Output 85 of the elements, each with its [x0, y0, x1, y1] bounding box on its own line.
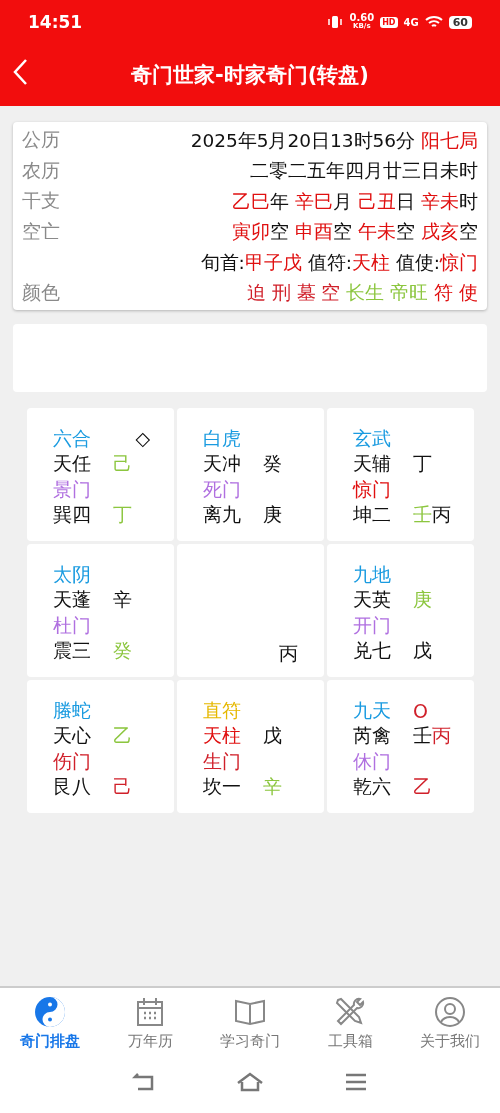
nav-tab[interactable]: 学习奇门: [200, 988, 300, 1060]
info-value: 寅卯空 申酉空 午未空 戌亥空: [232, 220, 478, 245]
person-icon: [434, 996, 466, 1028]
palace-text: 坎一: [203, 775, 241, 798]
palace-text: 震三: [53, 639, 91, 662]
network-speed: 0.60: [349, 13, 375, 22]
menu-icon[interactable]: [344, 1071, 368, 1092]
palace-text: 巽四: [53, 503, 91, 526]
palace-text: 离九: [203, 503, 241, 526]
palace-stem: 乙: [113, 723, 132, 749]
palace-text: 天任: [53, 452, 91, 475]
palace-text: 兑七: [353, 639, 391, 662]
palace-text: 九天: [353, 698, 391, 721]
palace-text: 玄武: [353, 426, 391, 449]
back-icon[interactable]: [12, 58, 28, 86]
palace-stem: 癸: [263, 451, 282, 477]
home-icon[interactable]: [236, 1071, 264, 1092]
palace-text: 六合: [53, 426, 91, 449]
palace-text: 休门: [353, 749, 391, 772]
palace-stem: 丁: [113, 502, 132, 528]
palace-stem: 丁: [413, 451, 432, 477]
yin-yang-icon: [34, 996, 66, 1028]
palace-text: 太阴: [53, 562, 91, 585]
info-value: 2025年5月20日13时56分 阳七局: [190, 128, 478, 153]
palace-text: 死门: [203, 477, 241, 500]
vibrate-icon: [327, 15, 344, 29]
diamond-marker: ◇: [135, 427, 150, 449]
palace-stem: 庚: [263, 502, 282, 528]
palace-stem: 戊: [413, 638, 432, 664]
palace-stem: 庚: [413, 587, 432, 613]
palace-stem: 癸: [113, 638, 132, 664]
palace-text: 坤二: [353, 503, 391, 526]
tools-icon: [334, 996, 366, 1028]
palace-text: 伤门: [53, 749, 91, 772]
back-icon[interactable]: [132, 1071, 156, 1092]
info-label: 农历: [22, 157, 60, 183]
palace-text: 天辅: [353, 452, 391, 475]
palace-stem: 辛: [113, 587, 132, 613]
palace-text: 天蓬: [53, 588, 91, 611]
palace-stem: 壬: [413, 723, 432, 749]
palace-text: 九地: [353, 562, 391, 585]
palace-text: 天冲: [203, 452, 241, 475]
network-type: 4G: [403, 16, 419, 28]
info-label: 空亡: [22, 218, 60, 244]
palace-text: 乾六: [353, 775, 391, 798]
palace-text: 杜门: [53, 613, 91, 636]
palace-text: 生门: [203, 749, 241, 772]
palace-text: 天英: [353, 588, 391, 611]
palace-text: 白虎: [203, 426, 241, 449]
palace-stem: 己: [113, 774, 132, 800]
info-value: 乙巳年 辛巳月 己丑 日 辛未时: [232, 189, 478, 214]
info-value: 二零二五年四月廿三日未时: [250, 159, 478, 184]
palace-stem: 丙: [432, 723, 451, 749]
palace-text: 天柱: [203, 724, 241, 747]
palace-text: 螣蛇: [53, 698, 91, 721]
clock: 14:51: [28, 12, 83, 32]
palace-stem: 乙: [413, 774, 432, 800]
info-label: 干支: [22, 188, 60, 214]
palace-text: 开门: [353, 613, 391, 636]
hd-badge: HD: [380, 16, 398, 28]
wifi-icon: [424, 15, 443, 29]
palace-stem: 戊: [263, 723, 282, 749]
palace-stem: 丙: [432, 502, 451, 528]
palace-text: 景门: [53, 477, 91, 500]
nav-tab[interactable]: 工具箱: [300, 988, 400, 1060]
palace-text: 直符: [203, 698, 241, 721]
palace-stem: 辛: [263, 774, 282, 800]
palace-stem: 丙: [279, 641, 298, 667]
palace-text: 艮八: [53, 775, 91, 798]
palace-text: 天心: [53, 724, 91, 747]
page-title: 奇门世家-时家奇门(转盘): [131, 62, 369, 89]
info-label: 公历: [22, 127, 60, 153]
nav-tab[interactable]: 万年历: [100, 988, 200, 1060]
info-value: 迫 刑 墓 空 长生 帝旺 符 使: [246, 281, 478, 306]
palace-stem: 壬: [413, 502, 432, 528]
calendar-icon: [134, 996, 166, 1028]
palace-stem: O: [413, 699, 428, 722]
info-value: 旬首:甲子戊 值符:天柱 值使:惊门: [200, 250, 478, 275]
palace-text: 惊门: [353, 477, 391, 500]
nav-tab[interactable]: 奇门排盘: [0, 988, 100, 1060]
nav-tab[interactable]: 关于我们: [400, 988, 500, 1060]
battery-level: 60: [448, 15, 472, 29]
info-label: 颜色: [22, 279, 60, 305]
palace-stem: 己: [113, 451, 132, 477]
palace-text: 芮禽: [353, 724, 391, 747]
